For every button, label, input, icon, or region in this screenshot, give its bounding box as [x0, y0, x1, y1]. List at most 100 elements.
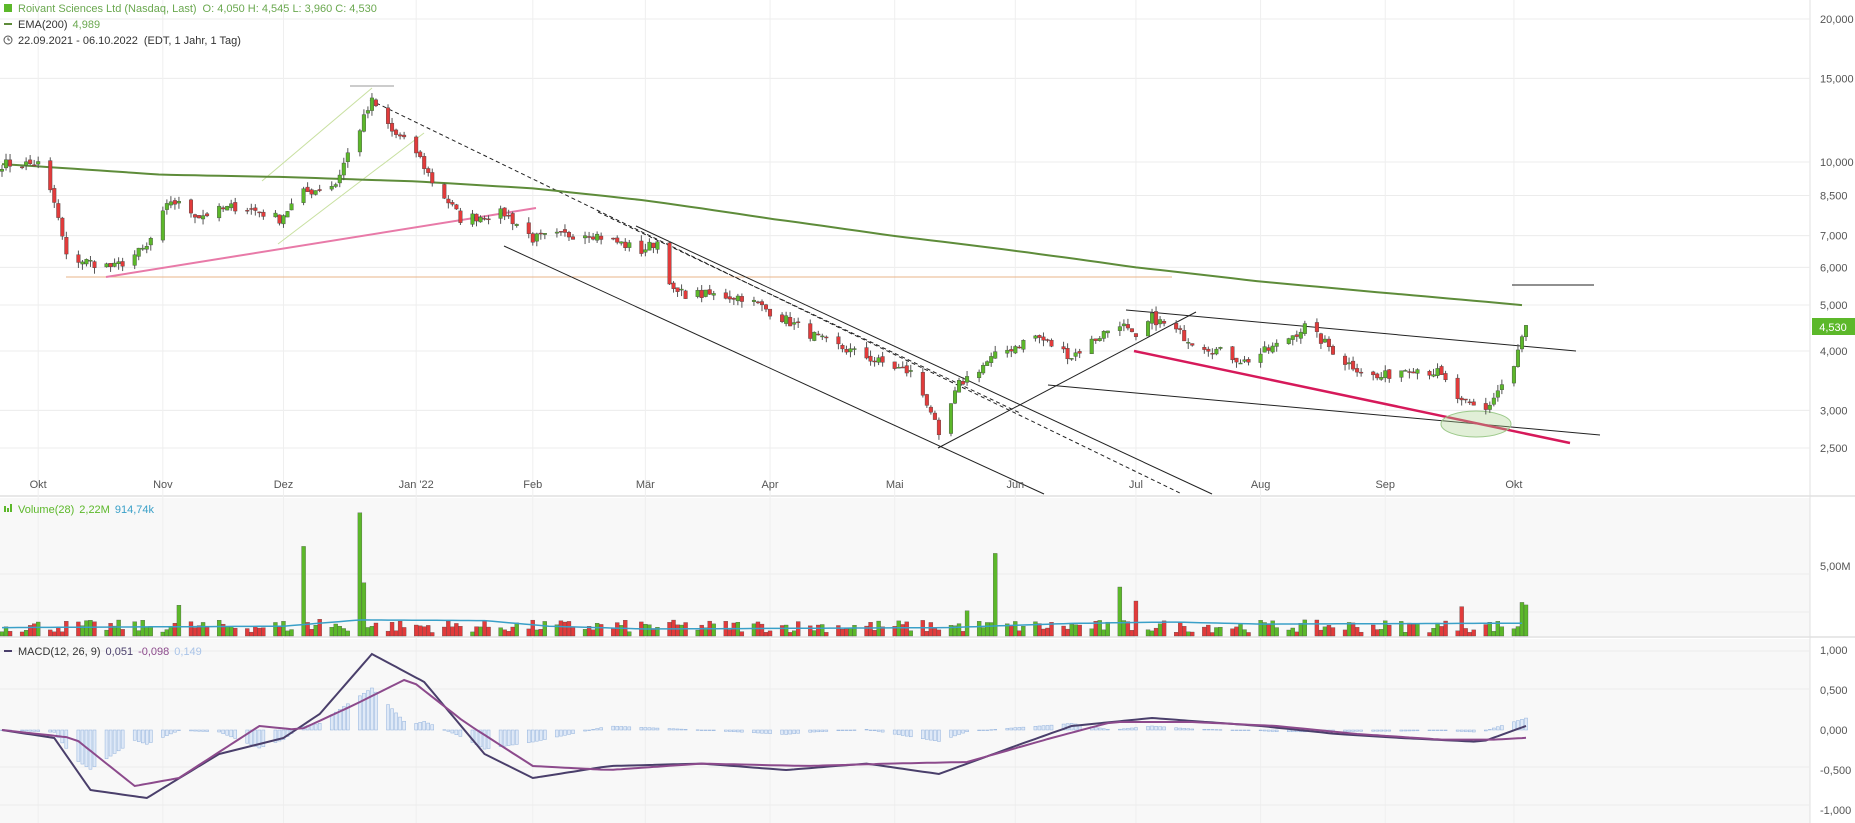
macd-hist-bar — [394, 712, 398, 731]
macd-hist-bar — [683, 729, 688, 731]
macd-hist-bar — [671, 728, 676, 731]
candle-body — [1234, 357, 1239, 363]
macd-hist-bar — [957, 729, 961, 735]
macd-hist-bar — [502, 729, 507, 747]
candle-body — [583, 235, 588, 239]
volume-bar — [510, 626, 515, 637]
macd-hist-bar — [76, 729, 81, 762]
volume-bar — [1459, 606, 1464, 637]
candle-body — [132, 254, 137, 266]
volume-bar — [1178, 621, 1183, 637]
candle-body — [1017, 346, 1022, 349]
candle-body — [1294, 334, 1299, 337]
candle-body — [651, 242, 656, 249]
volume-bar — [530, 619, 535, 637]
macd-hist-bar — [933, 729, 937, 741]
candle-body — [470, 213, 475, 225]
price-tick-label: 20,000 — [1820, 14, 1854, 26]
volume-bar — [763, 632, 769, 637]
volume-bar — [1326, 625, 1332, 637]
macd-hist-bar — [792, 729, 796, 734]
candle-body — [20, 166, 25, 169]
volume-bar — [1041, 628, 1046, 637]
volume-bar — [1238, 623, 1243, 637]
candle-body — [394, 129, 399, 135]
candle-body — [820, 335, 825, 338]
candle-body — [679, 288, 684, 291]
macd-hist-bar — [615, 726, 619, 731]
candle-body — [176, 201, 181, 204]
candle-body — [727, 296, 732, 300]
candle-body — [1242, 359, 1247, 362]
candle-body — [908, 370, 913, 372]
candle-body — [1355, 368, 1360, 373]
macd-hist-bar — [165, 729, 169, 736]
macd-hist-bar — [728, 729, 732, 732]
candle-body — [977, 371, 982, 379]
volume-bar — [1117, 586, 1123, 637]
candle-body — [1499, 384, 1504, 390]
candle-body — [193, 214, 198, 218]
candle-body — [1415, 369, 1420, 374]
candle-body — [373, 99, 378, 107]
macd-hist-bar — [816, 729, 821, 733]
candle-body — [731, 297, 736, 300]
candle-body — [852, 348, 857, 350]
candle-body — [80, 261, 85, 265]
macd-hist-bar — [329, 714, 334, 731]
volume-bar — [341, 628, 346, 637]
candle-body — [333, 184, 338, 187]
macd-hist-bar — [1190, 728, 1194, 731]
macd-hist-bar — [1122, 728, 1126, 731]
volume-bar — [0, 631, 5, 637]
macd-hist-bar — [732, 729, 736, 732]
volume-bar — [590, 629, 596, 637]
candle-body — [1174, 323, 1179, 330]
stock-chart[interactable]: 20,000 15,000 10,000 8,500 7,000 6,000 5,000 4,… — [0, 0, 1855, 823]
price-tick-label: 10,000 — [1820, 157, 1854, 169]
macd-hist-bar — [599, 727, 603, 731]
candle-body — [1178, 328, 1183, 330]
volume-bar — [188, 621, 194, 637]
macd-hist-bar — [591, 729, 595, 731]
candle-body — [1435, 368, 1440, 376]
candle-body — [112, 262, 117, 267]
x-tick-label: Nov — [153, 479, 173, 491]
volume-bar — [1206, 624, 1211, 637]
candle-body — [703, 289, 708, 297]
candle-body — [1343, 355, 1348, 365]
macd-hist-bar — [555, 729, 559, 738]
price-tick-label: 7,000 — [1820, 231, 1848, 243]
macd-hist-bar — [1202, 729, 1207, 731]
volume-bar — [76, 621, 81, 637]
macd-hist-bar — [221, 729, 225, 734]
price-tick-label: 6,000 — [1820, 262, 1848, 274]
macd-hist-bar — [1403, 729, 1408, 732]
volume-bar — [1009, 624, 1014, 637]
candle-body — [1210, 353, 1215, 355]
candle-body — [892, 361, 897, 369]
macd-hist-bar — [1130, 727, 1134, 731]
macd-hist-bar — [28, 729, 32, 732]
candle-body — [643, 249, 648, 253]
candle-body — [261, 211, 266, 217]
macd-hist-bar — [506, 729, 511, 746]
volume-bar — [1214, 627, 1219, 637]
candle-body — [1371, 371, 1376, 376]
candle-body — [1515, 349, 1520, 367]
macd-hist-bar — [24, 729, 28, 732]
candle-body — [1383, 370, 1388, 379]
candle-body — [671, 282, 676, 289]
macd-hist-bar — [80, 729, 85, 765]
macd-hist-bar — [1347, 729, 1351, 732]
macd-hist-bar — [937, 729, 941, 742]
candle-body — [768, 308, 773, 317]
macd-hist-bar — [1126, 728, 1130, 731]
macd-hist-bar — [1146, 726, 1150, 731]
volume-bar — [936, 629, 942, 637]
volume-bar — [401, 627, 407, 637]
macd-hist-bar — [454, 729, 459, 735]
macd-hist-bar — [583, 729, 587, 732]
macd-hist-bar — [225, 729, 229, 736]
volume-bar — [1133, 600, 1139, 637]
